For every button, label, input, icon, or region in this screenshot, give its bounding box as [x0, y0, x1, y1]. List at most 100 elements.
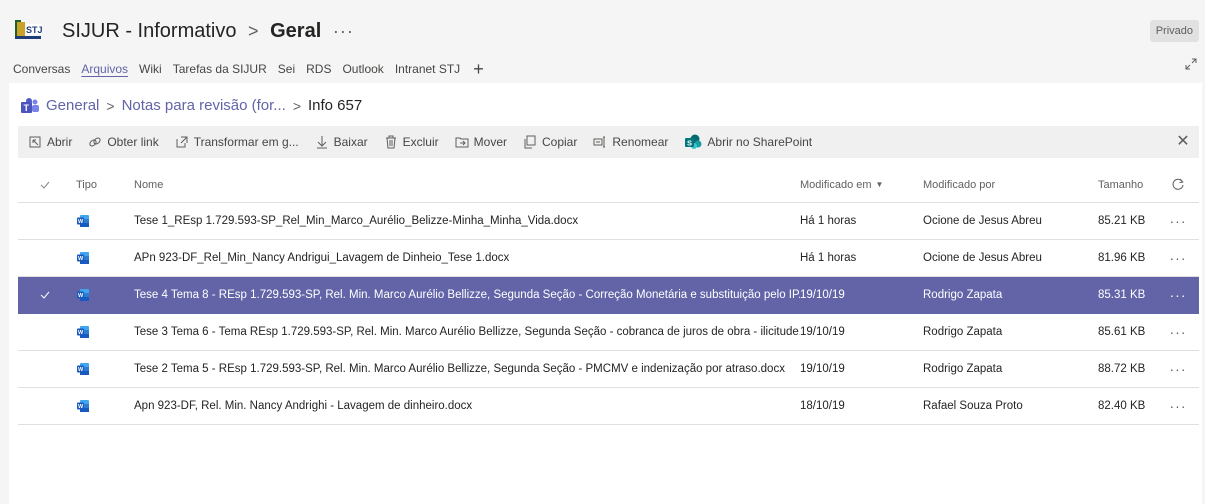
modified-by: Rodrigo Zapata [923, 289, 1003, 301]
more-options-icon[interactable]: ··· [1166, 351, 1190, 387]
word-doc-icon: W [76, 240, 116, 276]
svg-text:T: T [24, 103, 30, 113]
stj-logo-icon: STJ [15, 20, 43, 39]
copy-icon [524, 135, 536, 149]
svg-text:W: W [78, 256, 84, 262]
header-name[interactable]: Nome [134, 167, 800, 202]
breadcrumb-notas[interactable]: Notas para revisão (for... [122, 97, 286, 114]
move-button[interactable]: Mover [455, 135, 507, 149]
modified-by: Ocione de Jesus Abreu [923, 215, 1042, 227]
table-row[interactable]: W APn 923-DF_Rel_Min_Nancy Andrigui_Lava… [18, 240, 1199, 277]
tab-outlook[interactable]: Outlook [342, 62, 383, 76]
more-options-icon[interactable]: ··· [1166, 314, 1190, 350]
file-size: 85.31 KB [1098, 289, 1146, 301]
tab-tarefas-da-sijur[interactable]: Tarefas da SIJUR [173, 62, 267, 76]
sort-down-icon: ▼ [875, 180, 884, 189]
header-modified[interactable]: Modificado em ▼ [800, 167, 918, 202]
file-size: 88.72 KB [1098, 363, 1146, 375]
header-size[interactable]: Tamanho [1098, 167, 1158, 202]
tab-intranet-stj[interactable]: Intranet STJ [395, 62, 460, 76]
transform-label: Transformar em g... [193, 135, 299, 149]
modified-by: Ocione de Jesus Abreu [923, 252, 1042, 264]
file-size: 85.61 KB [1098, 326, 1146, 338]
tab-rds[interactable]: RDS [306, 62, 331, 76]
copy-link-button[interactable]: Obter link [88, 135, 159, 149]
word-doc-icon: W [76, 277, 116, 313]
breadcrumb-general[interactable]: General [46, 97, 99, 114]
row-checkbox[interactable] [40, 314, 60, 350]
word-doc-icon: W [76, 203, 116, 239]
row-checkbox[interactable] [40, 203, 60, 239]
row-checkbox[interactable] [40, 351, 60, 387]
svg-text:W: W [78, 219, 84, 225]
trash-icon [385, 135, 396, 149]
more-options-icon[interactable]: ··· [1166, 388, 1190, 424]
tab-arquivos[interactable]: Arquivos [81, 62, 128, 76]
channel-more-button[interactable]: ··· [333, 21, 354, 41]
open-sharepoint-button[interactable]: S Abrir no SharePoint [684, 134, 812, 150]
file-name[interactable]: Tese 3 Tema 6 - Tema REsp 1.729.593-SP, … [134, 314, 800, 350]
file-name[interactable]: Tese 4 Tema 8 - REsp 1.729.593-SP, Rel. … [134, 277, 800, 313]
download-button[interactable]: Baixar [315, 135, 368, 149]
refresh-icon[interactable] [1166, 167, 1190, 202]
transform-button[interactable]: Transformar em g... [175, 135, 299, 149]
channel-tabs: Conversas Arquivos Wiki Tarefas da SIJUR Sei… [13, 59, 484, 79]
more-options-icon[interactable]: ··· [1166, 203, 1190, 239]
files-table: Tipo Nome Modificado em ▼ Modificado por… [18, 167, 1199, 425]
close-icon[interactable]: ✕ [1173, 132, 1193, 152]
row-checkbox[interactable] [40, 277, 60, 313]
file-name[interactable]: APn 923-DF_Rel_Min_Nancy Andrigui_Lavage… [134, 240, 800, 276]
sharepoint-icon: S [685, 134, 702, 149]
rename-icon [593, 136, 606, 148]
svg-text:W: W [78, 293, 84, 299]
expand-icon[interactable] [1185, 58, 1197, 73]
file-name[interactable]: Apn 923-DF, Rel. Min. Nancy Andrighi - L… [134, 388, 800, 424]
modified-date: Há 1 horas [800, 215, 857, 227]
table-row[interactable]: W Tese 3 Tema 6 - Tema REsp 1.729.593-SP… [18, 314, 1199, 351]
teams-icon: T [21, 97, 39, 113]
row-checkbox[interactable] [40, 240, 60, 276]
more-options-icon[interactable]: ··· [1166, 240, 1190, 276]
row-checkbox[interactable] [40, 388, 60, 424]
modified-by: Rodrigo Zapata [923, 363, 1003, 375]
files-panel: T General > Notas para revisão (for... >… [9, 83, 1202, 504]
table-row[interactable]: W Tese 4 Tema 8 - REsp 1.729.593-SP, Rel… [18, 277, 1199, 314]
move-icon [455, 137, 469, 148]
word-doc-icon: W [76, 388, 116, 424]
open-icon [29, 136, 41, 148]
table-row[interactable]: W Tese 2 Tema 5 - REsp 1.729.593-SP, Rel… [18, 351, 1199, 388]
select-all-checkbox[interactable] [40, 167, 60, 202]
table-row[interactable]: W Tese 1_REsp 1.729.593-SP_Rel_Min_Marco… [18, 203, 1199, 240]
move-label: Mover [473, 135, 507, 149]
file-name[interactable]: Tese 2 Tema 5 - REsp 1.729.593-SP, Rel. … [134, 351, 800, 387]
copy-button[interactable]: Copiar [523, 135, 577, 149]
tab-conversas[interactable]: Conversas [13, 62, 70, 76]
checkmark-icon [40, 181, 50, 189]
table-row[interactable]: W Apn 923-DF, Rel. Min. Nancy Andrighi -… [18, 388, 1199, 425]
tab-wiki[interactable]: Wiki [139, 62, 162, 76]
svg-text:W: W [78, 330, 84, 336]
copy-label: Copiar [542, 135, 578, 149]
header-type[interactable]: Tipo [76, 167, 116, 202]
file-size: 82.40 KB [1098, 400, 1146, 412]
rename-label: Renomear [612, 135, 669, 149]
breadcrumb-separator-icon: > [292, 97, 301, 114]
transform-icon [176, 136, 188, 148]
add-tab-icon[interactable]: + [473, 60, 484, 78]
tab-sei[interactable]: Sei [278, 62, 295, 76]
table-header: Tipo Nome Modificado em ▼ Modificado por… [18, 167, 1199, 203]
modified-by: Rafael Souza Proto [923, 400, 1023, 412]
channel-title: SIJUR - Informativo > Geral ··· [62, 20, 354, 43]
modified-date: 19/10/19 [800, 289, 845, 301]
download-label: Baixar [333, 135, 368, 149]
modified-date: 18/10/19 [800, 400, 845, 412]
team-name[interactable]: SIJUR - Informativo [62, 20, 236, 42]
more-options-icon[interactable]: ··· [1166, 277, 1190, 313]
breadcrumb-separator-icon: > [106, 97, 115, 114]
rename-button[interactable]: Renomear [593, 135, 668, 149]
header-modified-by[interactable]: Modificado por [923, 167, 1093, 202]
file-name[interactable]: Tese 1_REsp 1.729.593-SP_Rel_Min_Marco_A… [134, 203, 800, 239]
delete-button[interactable]: Excluir [384, 135, 439, 149]
open-button[interactable]: Abrir [28, 135, 72, 149]
svg-text:W: W [78, 404, 84, 410]
